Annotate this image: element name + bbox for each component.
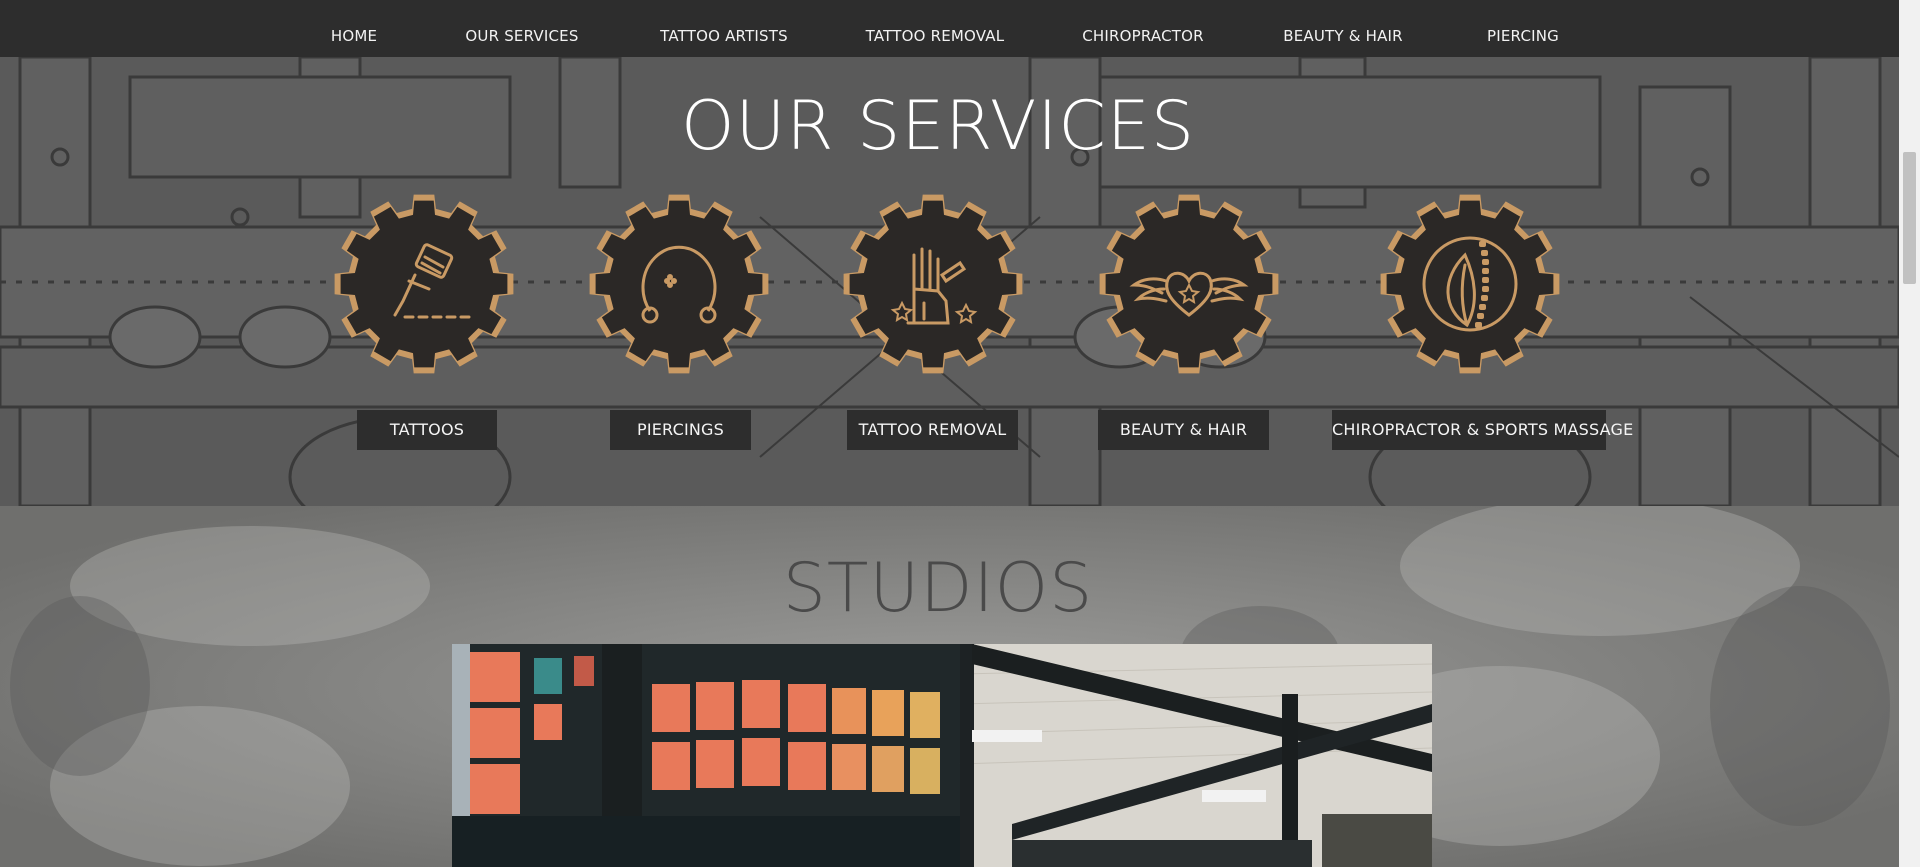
top-navigation: HOME OUR SERVICES TATTOO ARTISTS TATTOO … <box>0 0 1899 57</box>
nav-piercing[interactable]: PIERCING <box>1487 0 1559 57</box>
tattooed-hand-laser-icon <box>843 194 1023 374</box>
chiropractor-sports-massage-button[interactable]: CHIROPRACTOR & SPORTS MASSAGE <box>1332 410 1633 450</box>
service-chiropractor-tile[interactable] <box>1379 193 1561 375</box>
nav-tattoo-artists[interactable]: TATTOO ARTISTS <box>660 0 788 57</box>
nav-home[interactable]: HOME <box>331 0 377 57</box>
beauty-hair-button[interactable]: BEAUTY & HAIR <box>1098 410 1269 450</box>
nav-beauty-hair[interactable]: BEAUTY & HAIR <box>1283 0 1403 57</box>
tattoo-removal-button[interactable]: TATTOO REMOVAL <box>847 410 1018 450</box>
services-section: OUR SERVICES TATTOOS PIERCINGS TATTOO RE… <box>0 57 1899 506</box>
studios-section: STUDIOS <box>0 506 1899 867</box>
tattoo-machine-icon <box>334 194 514 374</box>
page-scrollbar[interactable] <box>1899 0 1920 867</box>
nav-our-services[interactable]: OUR SERVICES <box>465 0 578 57</box>
service-piercings-tile[interactable] <box>588 193 770 375</box>
service-tattoo-removal-tile[interactable] <box>842 193 1024 375</box>
scrollbar-thumb[interactable] <box>1903 152 1916 284</box>
nav-tattoo-removal[interactable]: TATTOO REMOVAL <box>866 0 1005 57</box>
service-beauty-hair-tile[interactable] <box>1098 193 1280 375</box>
services-title: OUR SERVICES <box>681 87 1195 166</box>
service-tattoos-tile[interactable] <box>333 193 515 375</box>
winged-heart-icon <box>1099 194 1279 374</box>
studios-title: STUDIOS <box>782 549 1094 628</box>
nav-chiropractor[interactable]: CHIROPRACTOR <box>1082 0 1204 57</box>
studio-interior-photo <box>452 644 1432 867</box>
tattoos-button[interactable]: TATTOOS <box>357 410 497 450</box>
piercings-button[interactable]: PIERCINGS <box>610 410 751 450</box>
spine-leaf-icon <box>1380 194 1560 374</box>
piercing-ring-icon <box>589 194 769 374</box>
page: HOME OUR SERVICES TATTOO ARTISTS TATTOO … <box>0 0 1920 867</box>
